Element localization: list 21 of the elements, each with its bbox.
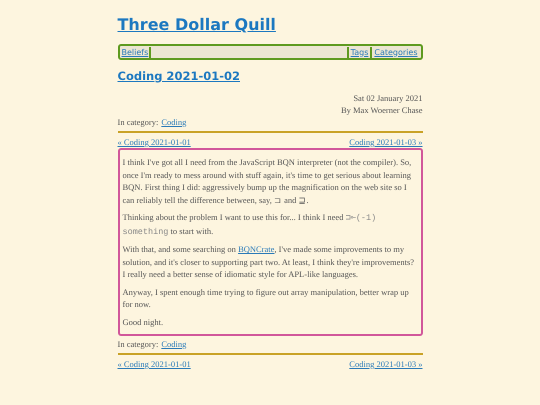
paragraph: Thinking about the problem I want to use this for... I think I need ⊐⟜(-1) something to start with. — [122, 211, 378, 238]
paragraph: I think I've got all I need from the JavaScript BQN interpreter (not the compiler). So, once I'm ready to mess around with stuff again, it's time to get serious about learning BQN. First thing I did: aggressively bump up the magnification on the web site so I can reliably tell the difference between, say, ⊐ and ⊒. — [122, 156, 412, 206]
bqncrate-link[interactable]: BQNCrate — [238, 244, 274, 254]
paragraph: Anyway, I spent enough time trying to figure out array manipulation, better wrap up for now. — [122, 286, 410, 310]
nav-link[interactable]: Beliefs — [120, 46, 152, 58]
previous-post-link[interactable]: « Coding 2021-01-01 — [118, 136, 191, 148]
post-title[interactable]: Coding 2021-01-02 — [118, 68, 422, 84]
category-link[interactable]: Coding — [161, 116, 186, 128]
post-author: By Max Woerner Chase — [340, 104, 422, 116]
next-post-link[interactable]: Coding 2021-01-03 » — [349, 136, 422, 148]
site-title[interactable]: Three Dollar Quill — [118, 14, 422, 36]
previous-post-link[interactable]: « Coding 2021-01-01 — [118, 358, 191, 370]
paragraph: Good night. — [122, 316, 164, 328]
paragraph: With that, and some searching on BQNCrate, I've made some improvements to my solution, and it's closer to supporting part two. At least, I think they're improvements? I really need a better sense of idiomatic style for APL-like languages. — [122, 243, 416, 280]
next-post-link[interactable]: Coding 2021-01-03 » — [349, 358, 422, 370]
nav-link[interactable]: Categories — [370, 46, 420, 58]
post-date: Sat 02 January 2021 — [353, 92, 422, 104]
category-label: In category: — [118, 116, 158, 128]
nav-link[interactable]: Tags — [346, 46, 370, 58]
category-label: In category: — [118, 338, 158, 350]
category-link[interactable]: Coding — [161, 338, 186, 350]
